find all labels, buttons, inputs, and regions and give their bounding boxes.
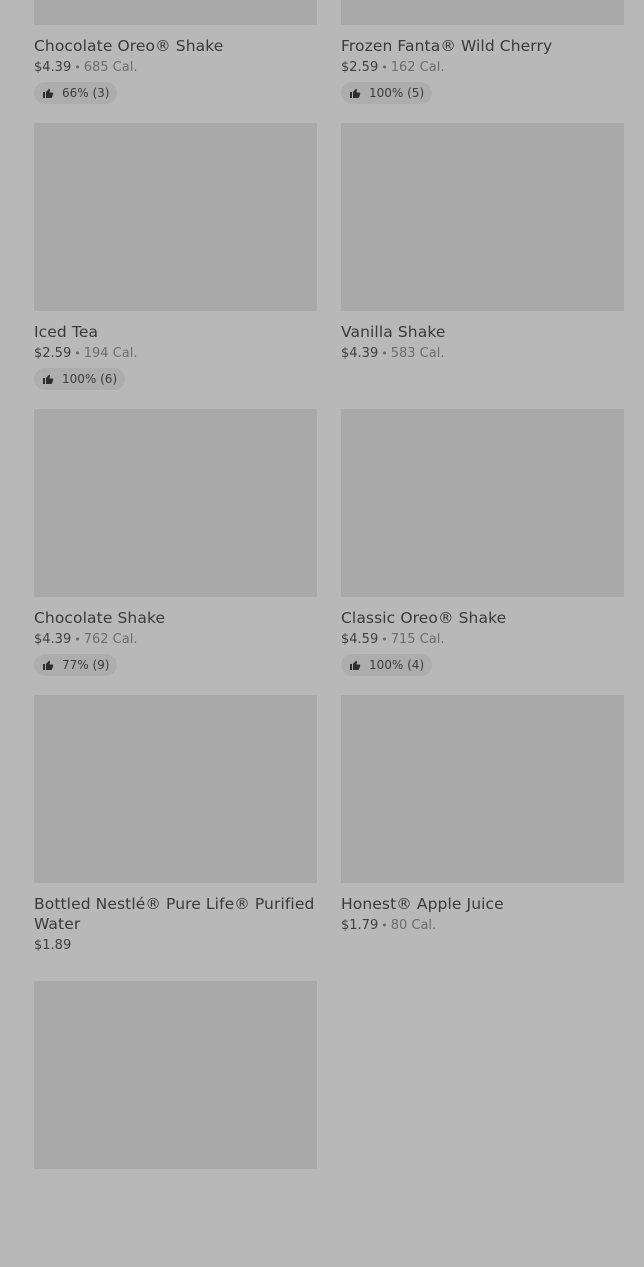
- rating-text: 77% (9): [62, 658, 110, 672]
- menu-item-price: $1.89: [34, 938, 72, 953]
- menu-item-image[interactable]: [34, 981, 317, 1169]
- rating-text: 100% (4): [369, 658, 425, 672]
- menu-item-name: Iced Tea: [34, 323, 99, 341]
- separator-dot: •: [381, 347, 388, 360]
- rating-text: 100% (5): [369, 86, 425, 100]
- menu-item-name: Vanilla Shake: [341, 323, 446, 341]
- menu-item-calories: 162 Cal.: [390, 60, 445, 75]
- menu-item-image[interactable]: [341, 123, 624, 311]
- menu-item-price: $4.59: [341, 632, 379, 647]
- separator-dot: •: [74, 347, 81, 360]
- menu-item-card[interactable]: Iced Tea $2.59 • 194 Cal. 100% (6): [34, 123, 317, 409]
- rating-badge: 100% (6): [34, 368, 126, 390]
- thumbs-up-icon: [43, 88, 54, 98]
- rating-badge: 66% (3): [34, 82, 118, 104]
- rating-text: 66% (3): [62, 86, 110, 100]
- menu-item-card[interactable]: Classic Oreo® Shake $4.59 • 715 Cal. 100% …: [341, 409, 624, 695]
- menu-item-image[interactable]: [341, 409, 624, 597]
- menu-item-card[interactable]: Vanilla Shake $4.39 • 583 Cal.: [341, 123, 624, 409]
- menu-item-name: Classic Oreo® Shake: [341, 609, 507, 627]
- menu-item-calories: 685 Cal.: [83, 60, 138, 75]
- separator-dot: •: [381, 633, 388, 646]
- menu-item-meta: $4.39 • 583 Cal.: [341, 345, 624, 362]
- menu-item-calories: 715 Cal.: [390, 632, 445, 647]
- menu-item-image[interactable]: [34, 409, 317, 597]
- menu-item-card[interactable]: Bottled Nestlé® Pure Life® Purified Wate…: [34, 695, 317, 981]
- rating-badge: 100% (5): [341, 82, 433, 104]
- rating-badge: 77% (9): [34, 654, 118, 676]
- menu-item-name: Frozen Fanta® Wild Cherry: [341, 37, 553, 55]
- menu-item-name: Chocolate Oreo® Shake: [34, 37, 224, 55]
- menu-item-meta: $1.89: [34, 937, 317, 954]
- menu-item-card[interactable]: Honest® Apple Juice $1.79 • 80 Cal.: [341, 695, 624, 981]
- menu-item-image[interactable]: [341, 0, 624, 25]
- menu-item-image[interactable]: [34, 695, 317, 883]
- menu-item-meta: $4.39 • 685 Cal.: [34, 59, 317, 76]
- menu-item-name: Chocolate Shake: [34, 609, 166, 627]
- menu-item-name: Bottled Nestlé® Pure Life® Purified Wate…: [34, 895, 315, 933]
- thumbs-up-icon: [43, 660, 54, 670]
- menu-item-meta: $2.59 • 162 Cal.: [341, 59, 624, 76]
- menu-item-calories: 583 Cal.: [390, 346, 445, 361]
- separator-dot: •: [74, 61, 81, 74]
- thumbs-up-icon: [43, 374, 54, 384]
- menu-item-price: $2.59: [341, 60, 379, 75]
- menu-item-image[interactable]: [341, 695, 624, 883]
- menu-item-price: $4.39: [341, 346, 379, 361]
- menu-item-calories: 762 Cal.: [83, 632, 138, 647]
- menu-item-meta: $2.59 • 194 Cal.: [34, 345, 317, 362]
- menu-item-meta: $1.79 • 80 Cal.: [341, 917, 624, 934]
- separator-dot: •: [74, 633, 81, 646]
- menu-item-card[interactable]: Frozen Fanta® Wild Cherry $2.59 • 162 Cal.…: [341, 0, 624, 123]
- menu-item-price: $1.79: [341, 918, 379, 933]
- thumbs-up-icon: [350, 88, 361, 98]
- menu-item-card[interactable]: Chocolate Shake $4.39 • 762 Cal. 77% (9): [34, 409, 317, 695]
- menu-item-card[interactable]: [34, 981, 317, 1267]
- menu-item-price: $2.59: [34, 346, 72, 361]
- menu-item-meta: $4.39 • 762 Cal.: [34, 631, 317, 648]
- menu-item-name: Honest® Apple Juice: [341, 895, 504, 913]
- menu-item-card[interactable]: Chocolate Oreo® Shake $4.39 • 685 Cal. 66%…: [34, 0, 317, 123]
- separator-dot: •: [381, 61, 388, 74]
- menu-item-meta: $4.59 • 715 Cal.: [341, 631, 624, 648]
- rating-text: 100% (6): [62, 372, 118, 386]
- menu-item-image[interactable]: [34, 0, 317, 25]
- thumbs-up-icon: [350, 660, 361, 670]
- menu-item-price: $4.39: [34, 60, 72, 75]
- menu-item-grid: Chocolate Oreo® Shake $4.39 • 685 Cal. 66%…: [34, 0, 624, 1267]
- rating-badge: 100% (4): [341, 654, 433, 676]
- menu-item-calories: 194 Cal.: [83, 346, 138, 361]
- menu-item-image[interactable]: [34, 123, 317, 311]
- menu-item-price: $4.39: [34, 632, 72, 647]
- separator-dot: •: [381, 919, 388, 932]
- menu-item-calories: 80 Cal.: [390, 918, 437, 933]
